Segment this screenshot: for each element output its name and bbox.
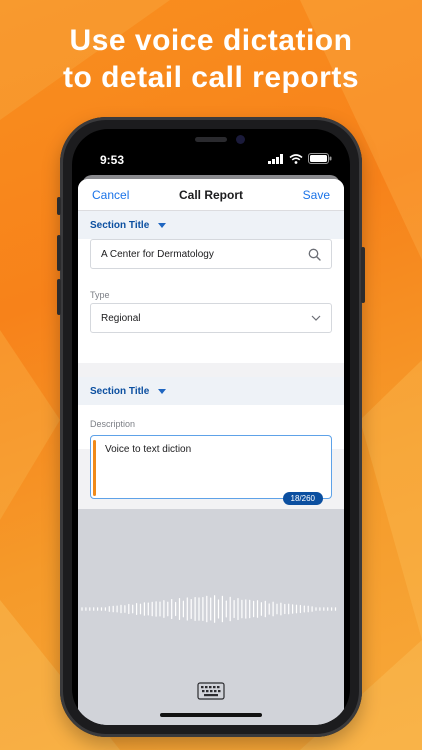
account-search-field[interactable]: A Center for Dermatology [90,239,332,269]
phone-screen: 9:53 Cancel Call Report Save Section Tit… [72,129,350,725]
home-indicator [160,713,262,717]
chevron-down-icon[interactable] [311,315,321,322]
type-label: Type [90,290,110,300]
call-report-sheet: Cancel Call Report Save Section Title A … [78,179,344,725]
type-select[interactable]: Regional [90,303,332,333]
battery-icon [308,153,332,164]
caret-down-icon [158,223,166,228]
cellular-signal-icon [268,153,283,164]
section-header-1[interactable]: Section Title [78,211,344,239]
section-1-panel: A Center for Dermatology Type Regional [78,239,344,363]
status-bar: 9:53 [72,129,350,173]
dictation-panel [78,509,344,725]
nav-bar: Cancel Call Report Save [78,179,344,211]
caret-down-icon [158,389,166,394]
section-header-2[interactable]: Section Title [78,377,344,405]
phone-frame: 9:53 Cancel Call Report Save Section Tit… [57,117,365,737]
description-value: Voice to text diction [105,444,192,455]
marketing-headline: Use voice dictation to detail call repor… [0,22,422,96]
status-time: 9:53 [100,153,125,167]
character-count-badge: 18/260 [282,492,323,505]
headline-line-1: Use voice dictation [69,24,353,57]
section-title-1: Section Title [90,220,150,231]
volume-up-button [57,235,61,271]
save-button[interactable]: Save [303,188,330,202]
account-value: A Center for Dermatology [101,249,214,260]
active-input-bar [93,440,96,496]
volume-down-button [57,279,61,315]
type-value: Regional [101,313,141,324]
description-textarea[interactable]: Voice to text diction 18/260 [90,435,332,505]
description-label: Description [90,419,136,429]
voice-waveform [81,595,337,623]
keyboard-icon[interactable] [197,682,225,700]
mute-switch [57,197,61,215]
wifi-icon [289,153,303,164]
power-button [361,247,365,303]
status-icons [268,153,332,164]
headline-line-2: to detail call reports [62,61,360,94]
search-icon[interactable] [308,248,321,261]
section-title-2: Section Title [90,386,150,397]
